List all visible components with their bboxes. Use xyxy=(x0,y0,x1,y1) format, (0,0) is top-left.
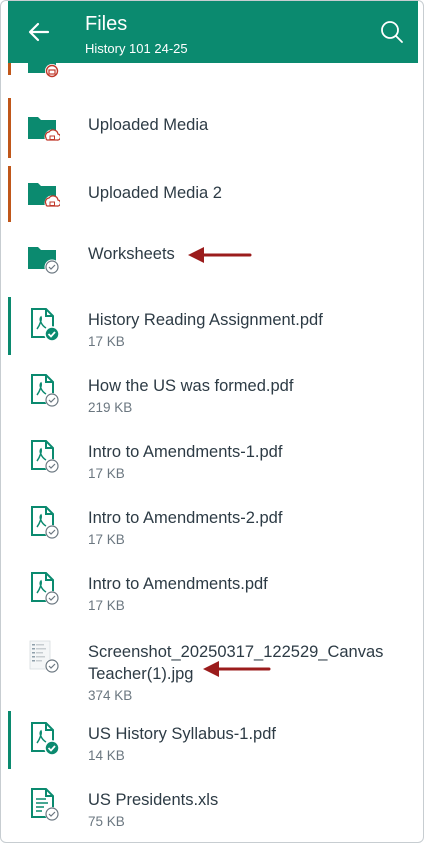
item-size: 219 KB xyxy=(88,400,133,415)
annotation-arrow-icon xyxy=(188,247,252,263)
folder-locked-icon xyxy=(28,117,60,145)
item-name: Intro to Amendments-1.pdf xyxy=(88,443,283,461)
list-item[interactable] xyxy=(8,63,418,78)
item-name: Intro to Amendments-2.pdf xyxy=(88,509,283,527)
app-frame: Files History 101 24-25 Uploaded Media U… xyxy=(0,0,424,843)
folder-unpublished-icon xyxy=(28,247,60,275)
search-button[interactable] xyxy=(380,20,404,44)
item-size: 14 KB xyxy=(88,748,125,763)
item-name: How the US was formed.pdf xyxy=(88,377,294,395)
page-title: Files xyxy=(85,13,128,35)
document-file-unpublished-icon xyxy=(31,788,59,821)
item-size: 75 KB xyxy=(88,814,125,829)
arrow-left-icon xyxy=(28,22,50,42)
list-item[interactable]: How the US was formed.pdf 219 KB xyxy=(8,363,418,421)
file-list: Uploaded Media Uploaded Media 2 Workshee… xyxy=(8,63,418,842)
image-thumbnail-unpublished-icon xyxy=(29,640,59,673)
item-size: 17 KB xyxy=(88,466,125,481)
list-item[interactable]: Intro to Amendments.pdf 17 KB xyxy=(8,561,418,619)
item-size: 17 KB xyxy=(88,334,125,349)
course-subtitle: History 101 24-25 xyxy=(85,41,188,56)
pdf-file-unpublished-icon xyxy=(31,374,59,407)
item-name: US Presidents.xls xyxy=(88,791,219,809)
unpublished-locked-stripe xyxy=(8,98,11,158)
item-name: Uploaded Media 2 xyxy=(88,184,222,202)
list-item[interactable]: Intro to Amendments-2.pdf 17 KB xyxy=(8,495,418,553)
published-stripe xyxy=(8,297,11,355)
item-size: 17 KB xyxy=(88,532,125,547)
pdf-file-published-icon xyxy=(31,722,60,755)
unpublished-locked-stripe xyxy=(8,166,11,222)
item-name: US History Syllabus-1.pdf xyxy=(88,725,276,743)
search-icon xyxy=(381,21,403,43)
item-name: Intro to Amendments.pdf xyxy=(88,575,268,593)
header-bar: Files History 101 24-25 xyxy=(8,1,418,63)
list-item[interactable]: History Reading Assignment.pdf 17 KB xyxy=(8,297,418,355)
item-name: Worksheets xyxy=(88,245,175,263)
pdf-file-unpublished-icon xyxy=(31,572,59,605)
list-item[interactable]: US History Syllabus-1.pdf 14 KB xyxy=(8,711,418,769)
published-stripe xyxy=(8,711,11,769)
list-item[interactable]: Intro to Amendments-1.pdf 17 KB xyxy=(8,429,418,487)
list-item[interactable]: Uploaded Media 2 xyxy=(8,166,418,222)
folder-locked-icon xyxy=(28,183,60,211)
back-button[interactable] xyxy=(26,19,52,45)
folder-locked-icon xyxy=(28,63,59,78)
list-item[interactable]: Uploaded Media xyxy=(8,98,418,158)
item-size: 17 KB xyxy=(88,598,125,613)
annotation-arrow-icon xyxy=(203,661,271,677)
item-name: Uploaded Media xyxy=(88,116,209,134)
pdf-file-published-icon xyxy=(31,308,60,341)
pdf-file-unpublished-icon xyxy=(31,440,59,473)
list-item[interactable]: US Presidents.xls 75 KB xyxy=(8,777,418,835)
pdf-file-unpublished-icon xyxy=(31,506,59,539)
item-size: 374 KB xyxy=(88,688,133,703)
item-name: History Reading Assignment.pdf xyxy=(88,311,323,329)
item-name-line2: Teacher(1).jpg xyxy=(88,665,194,683)
unpublished-locked-stripe xyxy=(8,63,11,75)
